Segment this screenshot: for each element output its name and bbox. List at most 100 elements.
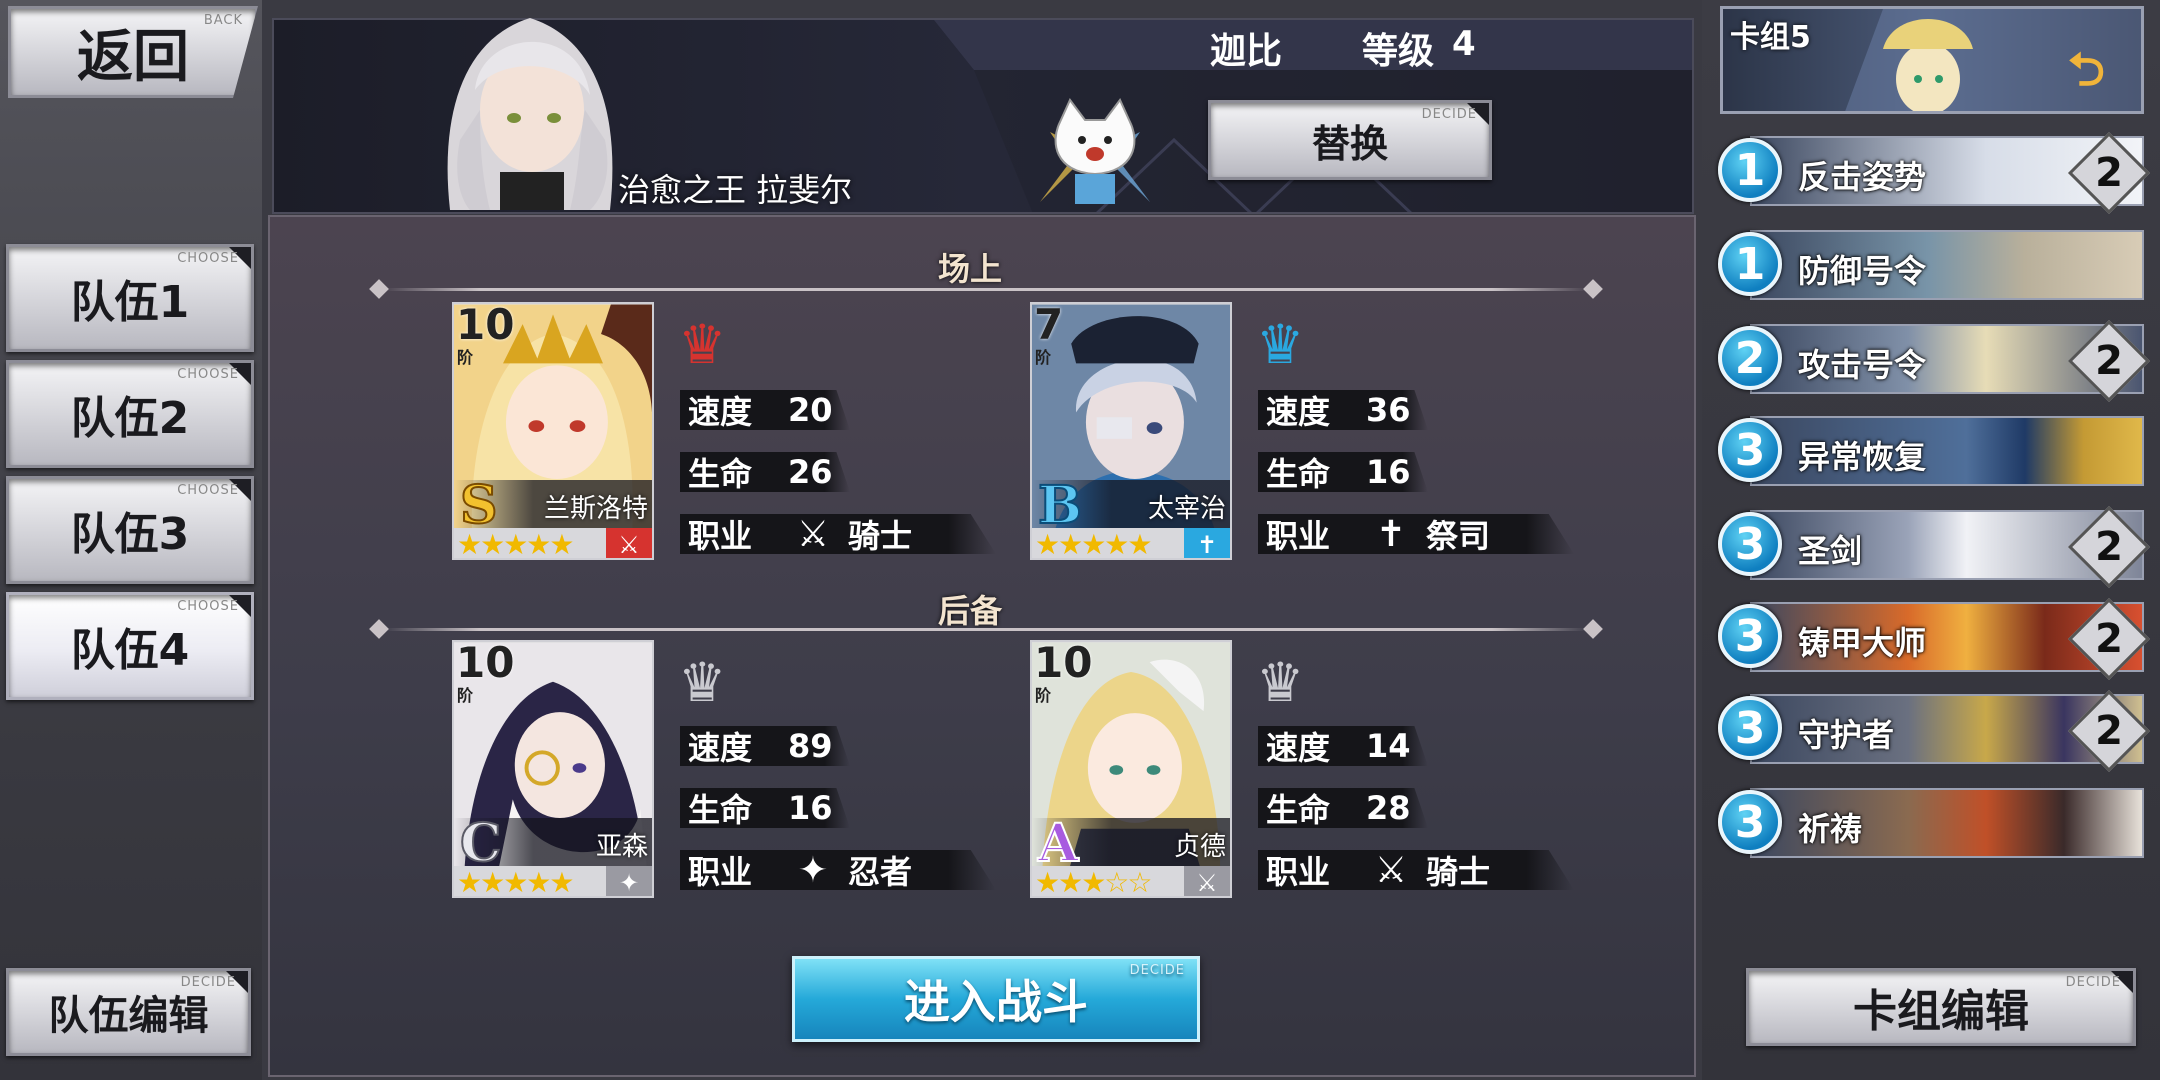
skill-name: 圣剑: [1798, 532, 1863, 570]
skill-cost: 3: [1718, 604, 1782, 668]
skill-card-item[interactable]: 3 守护者 2: [1718, 689, 2151, 773]
unit-grade-b: B: [1037, 475, 1083, 536]
skill-card-item[interactable]: 3 铸甲大师 2: [1718, 597, 2151, 681]
sword-shield-icon: ⚔: [606, 528, 652, 558]
deck-name: 卡组5: [1730, 20, 1811, 55]
hp-value: 16: [1366, 453, 1411, 491]
class-value: 祭司: [1426, 517, 1491, 555]
deck-edit-button[interactable]: DECIDE 卡组编辑: [1746, 968, 2136, 1046]
unit-hp-row: 生命 16: [680, 788, 850, 828]
unit-name: 兰斯洛特: [543, 494, 648, 524]
reserve-divider: [384, 628, 1588, 631]
unit-card-jeanne[interactable]: 10 阶 A 贞德 ★★★☆☆ ⚔: [1030, 640, 1232, 898]
field-divider: [384, 288, 1588, 291]
unit-rank-suffix: 阶: [457, 348, 474, 367]
class-label: 职业: [688, 853, 753, 891]
unit-name: 亚森: [595, 832, 648, 862]
hp-label: 生命: [1266, 791, 1331, 829]
back-button[interactable]: BACK 返回: [8, 6, 258, 98]
pet-cat-icon[interactable]: [1030, 92, 1160, 212]
unit-speed-row: 速度 14: [1258, 726, 1428, 766]
unit-name: 贞德: [1173, 832, 1226, 862]
unit-class-row: 职业 ⚔ 骑士: [1258, 850, 1574, 890]
class-value: 忍者: [848, 853, 913, 891]
team-4-label: 队伍4: [70, 625, 190, 676]
skill-cost: 3: [1718, 418, 1782, 482]
skill-cost: 3: [1718, 512, 1782, 576]
crown-icon: ♛: [1256, 651, 1305, 714]
skill-cost: 3: [1718, 790, 1782, 854]
class-label: 职业: [1266, 853, 1331, 891]
hero-title: 治愈之王 拉斐尔: [618, 171, 853, 209]
reserve-section-title: 后备: [938, 592, 1003, 630]
skill-cost: 1: [1718, 232, 1782, 296]
cross-icon: ✝: [1375, 513, 1407, 555]
shuriken-icon: ✦: [797, 849, 829, 891]
team-2-button[interactable]: CHOOSE 队伍2: [6, 360, 254, 468]
unit-grade-a: A: [1037, 813, 1079, 874]
unit-card-dazai[interactable]: 7 阶 B 太宰治 ★★★★★ ✝: [1030, 302, 1232, 560]
deck-switch-icon[interactable]: ⮌: [2068, 36, 2105, 114]
unit-rank: 10: [456, 302, 515, 349]
skill-name: 祈祷: [1798, 810, 1863, 848]
unit-card-arsene[interactable]: 10 阶 C 亚森 ★★★★★ ✦: [452, 640, 654, 898]
hp-label: 生命: [688, 791, 753, 829]
team-edit-button[interactable]: DECIDE 队伍编辑: [6, 968, 251, 1056]
skill-card-item[interactable]: 1 反击姿势 2: [1718, 131, 2151, 215]
skill-card-item[interactable]: 3 祈祷: [1718, 784, 2144, 862]
player-name: 迦比: [1210, 31, 1283, 72]
team-4-button[interactable]: CHOOSE 队伍4: [6, 592, 254, 700]
unit-name: 太宰治: [1147, 494, 1226, 524]
crown-icon: ♛: [678, 651, 727, 714]
hp-label: 生命: [1266, 455, 1331, 493]
skill-card-item[interactable]: 2 攻击号令 2: [1718, 319, 2151, 403]
unit-rank: 7: [1034, 302, 1064, 349]
skill-name: 反击姿势: [1798, 158, 1927, 196]
sword-shield-icon: ⚔: [1184, 866, 1230, 896]
sword-shield-icon: ⚔: [1374, 849, 1408, 891]
deck-edit-sublabel: DECIDE: [2065, 975, 2121, 990]
player-level-value: 4: [1452, 24, 1476, 64]
unit-speed-row: 速度 36: [1258, 390, 1428, 430]
crown-icon: ♛: [678, 313, 727, 376]
unit-rank-suffix: 阶: [1035, 686, 1052, 705]
enter-battle-button[interactable]: DECIDE 进入战斗: [792, 956, 1200, 1042]
unit-card-lancelot[interactable]: 10 阶 S 兰斯洛特 ★★★★★ ⚔: [452, 302, 654, 560]
unit-rank-suffix: 阶: [1035, 348, 1052, 367]
skill-card-item[interactable]: 3 圣剑 2: [1718, 505, 2151, 589]
skill-card-item[interactable]: 3 异常恢复: [1718, 412, 2144, 490]
team-3-label: 队伍3: [70, 509, 190, 560]
skill-cost: 2: [1718, 326, 1782, 390]
skill-card-item[interactable]: 1 防御号令: [1718, 226, 2144, 304]
speed-label: 速度: [688, 729, 753, 767]
replace-label: 替换: [1311, 121, 1388, 166]
team-3-button[interactable]: CHOOSE 队伍3: [6, 476, 254, 584]
team-2-label: 队伍2: [70, 393, 190, 444]
class-label: 职业: [1266, 517, 1331, 555]
skill-name: 铸甲大师: [1798, 624, 1927, 662]
team-1-sublabel: CHOOSE: [177, 251, 239, 266]
shuriken-icon: ✦: [606, 866, 652, 896]
skill-cost: 1: [1718, 138, 1782, 202]
skill-name: 攻击号令: [1798, 346, 1927, 384]
battle-sublabel: DECIDE: [1129, 963, 1185, 978]
skill-count: 2: [2095, 338, 2123, 384]
unit-grade-c: C: [459, 813, 502, 874]
player-level-label: 等级: [1362, 31, 1435, 72]
replace-button[interactable]: DECIDE 替换: [1208, 100, 1492, 180]
unit-rank-suffix: 阶: [457, 686, 474, 705]
back-label: 返回: [77, 24, 189, 90]
unit-rank: 10: [1034, 640, 1093, 687]
speed-value: 89: [788, 727, 833, 765]
skill-count: 2: [2095, 150, 2123, 196]
unit-hp-row: 生命 16: [1258, 452, 1428, 492]
hero-portrait[interactable]: [420, 0, 640, 210]
unit-hp-row: 生命 28: [1258, 788, 1428, 828]
skill-count: 2: [2095, 524, 2123, 570]
unit-speed-row: 速度 89: [680, 726, 850, 766]
team-1-button[interactable]: CHOOSE 队伍1: [6, 244, 254, 352]
unit-class-row: 职业 ✦ 忍者: [680, 850, 996, 890]
speed-label: 速度: [688, 393, 753, 431]
unit-class-row: 职业 ⚔ 骑士: [680, 514, 996, 554]
deck-edit-label: 卡组编辑: [1853, 986, 2029, 1037]
